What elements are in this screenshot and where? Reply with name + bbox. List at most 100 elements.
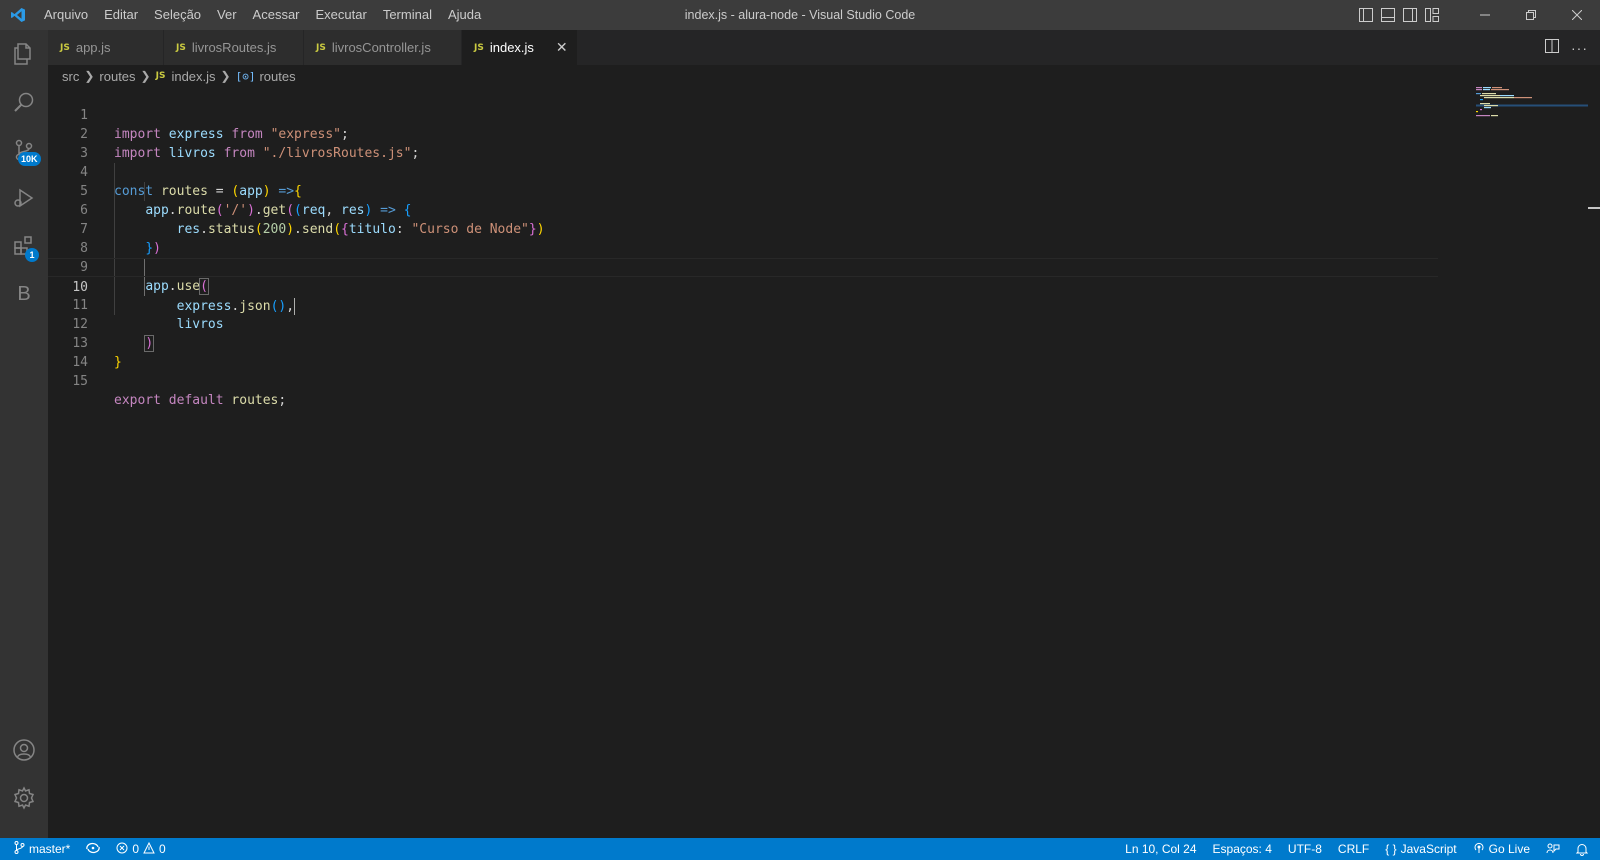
editor-tab-bar: JS app.js JS livrosRoutes.js JS livrosCo… <box>48 30 1600 65</box>
extensions-badge: 1 <box>25 248 39 262</box>
code-content: export default routes; <box>114 393 287 408</box>
git-branch-status[interactable]: master* <box>0 838 78 860</box>
tab-label: index.js <box>489 40 534 55</box>
menu-editar[interactable]: Editar <box>96 0 146 30</box>
layout-controls <box>1358 0 1440 30</box>
manage-gear-icon[interactable] <box>0 774 48 822</box>
git-branch-icon <box>14 841 25 857</box>
menu-selecao[interactable]: Seleção <box>146 0 209 30</box>
window-controls <box>1462 0 1600 30</box>
breadcrumb-file[interactable]: index.js <box>171 69 215 84</box>
js-file-icon: JS <box>316 42 326 53</box>
title-bar: Arquivo Editar Seleção Ver Acessar Execu… <box>0 0 1600 30</box>
source-control-badge: 10K <box>18 152 41 166</box>
activity-bar: 10K 1 B <box>0 30 48 838</box>
feedback-icon[interactable] <box>1538 838 1568 860</box>
braces-icon: { } <box>1385 842 1397 856</box>
breadcrumb: src ❯ routes ❯ JS index.js ❯ [⊙] routes <box>62 65 296 87</box>
notifications-bell-icon[interactable] <box>1568 838 1600 860</box>
toggle-primary-sidebar-icon[interactable] <box>1358 7 1374 23</box>
accounts-icon[interactable] <box>0 726 48 774</box>
code-editor[interactable]: 1 import express from "express"; 2 impor… <box>48 87 1600 823</box>
menu-acessar[interactable]: Acessar <box>245 0 308 30</box>
split-editor-icon[interactable] <box>1545 39 1559 56</box>
breadcrumb-routes-folder[interactable]: routes <box>99 69 135 84</box>
sync-icon <box>86 842 101 857</box>
menu-ver[interactable]: Ver <box>209 0 245 30</box>
code-line: 5 app.route('/').get((req, res) => { <box>48 163 1438 218</box>
menu-executar[interactable]: Executar <box>308 0 375 30</box>
menu-bar: Arquivo Editar Seleção Ver Acessar Execu… <box>36 0 489 30</box>
error-count: 0 <box>132 842 140 856</box>
search-icon[interactable] <box>0 78 48 126</box>
code-line: 8 <box>48 220 1438 256</box>
tab-label: livrosRoutes.js <box>191 40 277 55</box>
problems-status[interactable]: 0 0 <box>108 838 173 860</box>
status-bar-right: Ln 10, Col 24 Espaços: 4 UTF-8 CRLF { } … <box>1117 838 1600 860</box>
explorer-icon[interactable] <box>0 30 48 78</box>
customize-layout-icon[interactable] <box>1424 7 1440 23</box>
current-code-line: 10 express.json(), <box>48 258 1438 315</box>
tab-app-js[interactable]: JS app.js <box>48 30 164 65</box>
close-tab-icon[interactable]: ✕ <box>556 39 568 56</box>
tab-index-js[interactable]: JS index.js ✕ <box>462 30 578 65</box>
code-line: 13 } <box>48 315 1438 370</box>
code-line: 2 import livros from "./livrosRoutes.js"… <box>48 106 1438 161</box>
menu-terminal[interactable]: Terminal <box>375 0 440 30</box>
minimize-icon[interactable] <box>1462 0 1508 30</box>
source-control-icon[interactable]: 10K <box>0 126 48 174</box>
line-number: 15 <box>72 374 88 389</box>
code-line: 3 <box>48 125 1438 161</box>
sync-status[interactable] <box>78 838 108 860</box>
toggle-secondary-sidebar-icon[interactable] <box>1402 7 1418 23</box>
code-line: 4 const routes = (app) =>{ <box>48 144 1438 199</box>
chevron-right-icon: ❯ <box>84 69 95 83</box>
broadcast-icon <box>1473 842 1485 857</box>
more-actions-icon[interactable]: ··· <box>1571 40 1588 56</box>
language-label: JavaScript <box>1400 842 1457 856</box>
code-line: 1 import express from "express"; <box>48 87 1438 142</box>
variable-symbol-icon: [⊙] <box>235 69 256 83</box>
run-debug-icon[interactable] <box>0 174 48 222</box>
extensions-icon[interactable]: 1 <box>0 222 48 270</box>
go-live-label: Go Live <box>1488 842 1530 856</box>
end-of-line[interactable]: CRLF <box>1330 838 1377 860</box>
js-file-icon: JS <box>176 42 186 53</box>
encoding[interactable]: UTF-8 <box>1280 838 1330 860</box>
close-window-icon[interactable] <box>1554 0 1600 30</box>
warning-count: 0 <box>159 842 166 856</box>
menu-ajuda[interactable]: Ajuda <box>440 0 489 30</box>
breadcrumb-src[interactable]: src <box>62 69 79 84</box>
minimap[interactable] <box>1476 87 1588 127</box>
code-line: 12 ) <box>48 296 1438 352</box>
indentation[interactable]: Espaços: 4 <box>1205 838 1280 860</box>
editor-actions: ··· <box>1545 30 1588 65</box>
code-line: 11 livros <box>48 277 1438 332</box>
tab-label: livrosController.js <box>331 40 431 55</box>
status-bar: master* 0 0 Ln 10, Col 24 Espaços: 4 UTF… <box>0 838 1600 860</box>
chevron-right-icon: ❯ <box>220 69 231 83</box>
tab-livroscontroller-js[interactable]: JS livrosController.js <box>304 30 462 65</box>
chevron-right-icon: ❯ <box>140 69 151 83</box>
b-extension-icon[interactable]: B <box>0 270 48 318</box>
language-mode[interactable]: { } JavaScript <box>1377 838 1464 860</box>
go-live-button[interactable]: Go Live <box>1465 838 1538 860</box>
scrollbar-cursor-marker <box>1588 207 1600 209</box>
code-line: 15 export default routes; <box>48 353 1438 408</box>
vscode-logo-icon <box>0 0 36 30</box>
warning-icon <box>143 841 155 857</box>
toggle-panel-icon[interactable] <box>1380 7 1396 23</box>
js-file-icon: JS <box>155 71 166 81</box>
restore-icon[interactable] <box>1508 0 1554 30</box>
breadcrumb-symbol[interactable]: routes <box>259 69 295 84</box>
code-line: 9 app.use( <box>48 239 1438 295</box>
code-line: 7 }) <box>48 201 1438 256</box>
menu-arquivo[interactable]: Arquivo <box>36 0 96 30</box>
js-file-icon: JS <box>474 42 484 53</box>
tab-label: app.js <box>75 40 111 55</box>
branch-name: master* <box>29 842 71 856</box>
tab-livrosroutes-js[interactable]: JS livrosRoutes.js <box>164 30 304 65</box>
js-file-icon: JS <box>60 42 70 53</box>
code-line: 14 <box>48 334 1438 370</box>
cursor-position[interactable]: Ln 10, Col 24 <box>1117 838 1204 860</box>
